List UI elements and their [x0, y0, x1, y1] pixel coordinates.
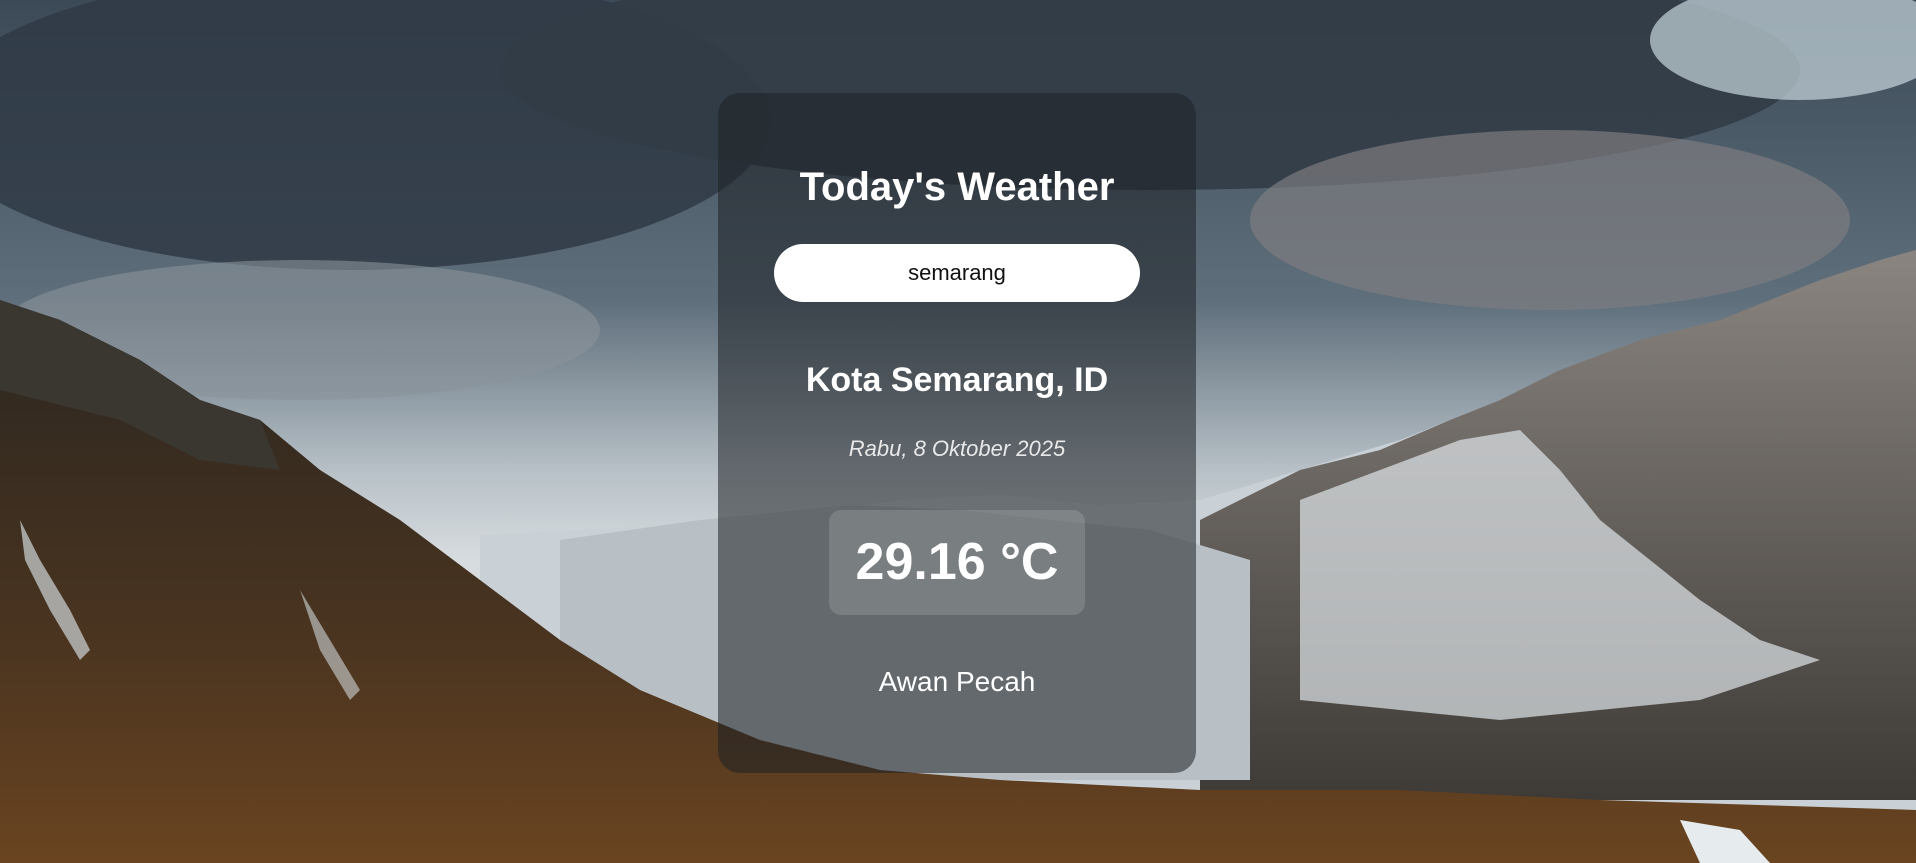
weather-description: Awan Pecah: [878, 666, 1036, 697]
location-name: Kota Semarang, ID: [805, 361, 1109, 399]
city-search-input[interactable]: [774, 244, 1140, 302]
temperature-value: 29.16 °C: [855, 533, 1059, 591]
weather-card: Today's Weather Kota Semarang, ID Rabu, …: [718, 93, 1196, 773]
current-date: Rabu, 8 Oktober 2025: [848, 436, 1066, 461]
page-title: Today's Weather: [799, 165, 1115, 209]
temperature-panel: 29.16 °C: [829, 510, 1085, 615]
